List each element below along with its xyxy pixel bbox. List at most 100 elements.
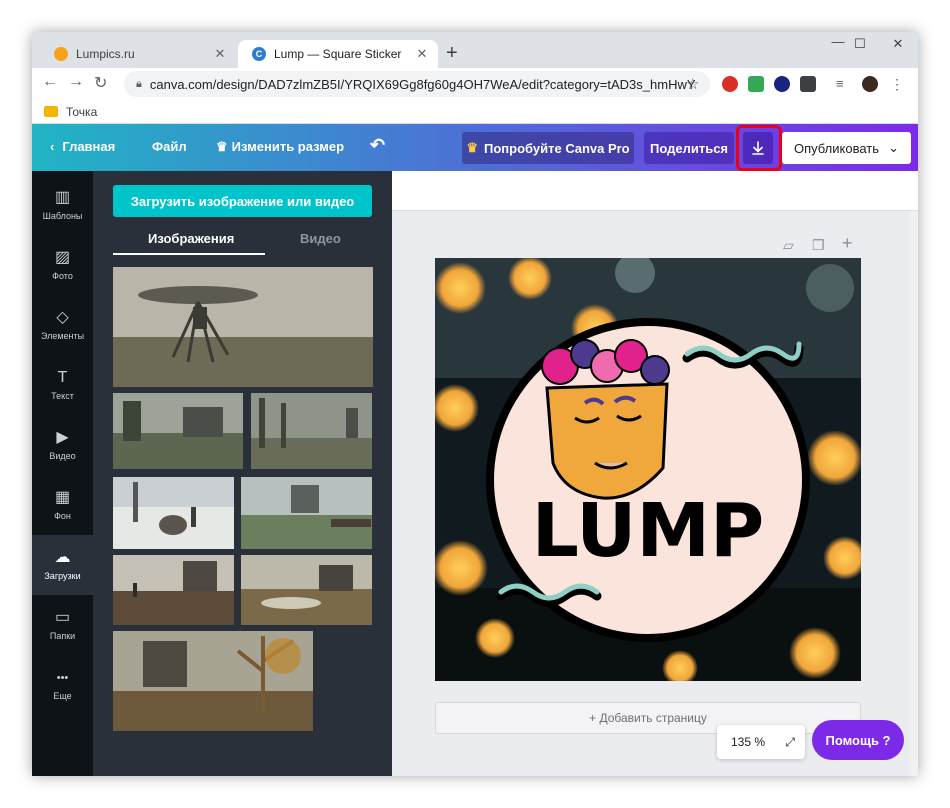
lumpics-favicon-icon bbox=[54, 47, 68, 61]
try-pro-label: Попробуйте Canva Pro bbox=[484, 140, 630, 156]
design-canvas[interactable]: LUMP bbox=[435, 258, 861, 681]
rail-templates[interactable]: ▥ Шаблоны bbox=[32, 175, 93, 235]
bookmark-tochka[interactable]: Точка bbox=[66, 105, 97, 119]
extension-music-icon[interactable] bbox=[748, 76, 764, 92]
home-link[interactable]: ‹ Главная bbox=[50, 139, 115, 154]
rail-elements[interactable]: ◇ Элементы bbox=[32, 295, 93, 355]
add-page-icon[interactable]: + bbox=[842, 233, 853, 254]
rail-label: Шаблоны bbox=[42, 211, 83, 221]
browser-window: Lumpics.ru ✕ C Lump — Square Sticker ✕ +… bbox=[32, 32, 918, 776]
playlist-icon[interactable]: ≡ bbox=[836, 76, 844, 92]
editor-area: ▱ ❐ + LUMP + Добавить страницу 135 % ⤢ П… bbox=[392, 171, 918, 776]
vertical-scrollbar[interactable] bbox=[910, 211, 918, 776]
close-tab-icon[interactable]: ✕ bbox=[414, 46, 430, 62]
editor-topbar bbox=[392, 171, 918, 211]
try-pro-button[interactable]: ♛ Попробуйте Canva Pro bbox=[462, 132, 634, 164]
uploaded-image[interactable] bbox=[241, 477, 372, 549]
active-tab-underline bbox=[113, 253, 265, 255]
uploaded-image[interactable] bbox=[113, 631, 313, 731]
tab-title: Lump — Square Sticker bbox=[274, 47, 402, 61]
publish-label: Опубликовать bbox=[794, 140, 880, 156]
forward-arrow-icon[interactable]: → bbox=[68, 73, 84, 91]
rail-label: Текст bbox=[51, 391, 74, 401]
tab-lumpics[interactable]: Lumpics.ru ✕ bbox=[40, 40, 236, 68]
rail-label: Элементы bbox=[40, 331, 85, 341]
profile-avatar[interactable] bbox=[862, 76, 878, 92]
fullscreen-icon[interactable]: ⤢ bbox=[785, 735, 795, 750]
rail-label: Папки bbox=[49, 631, 76, 641]
rail-label: Фото bbox=[52, 271, 73, 281]
browser-toolbar: ← → ↻ 🔒︎ canva.com/design/DAD7zlmZB5I/YR… bbox=[32, 68, 918, 100]
tab-title: Lumpics.ru bbox=[76, 47, 135, 61]
crown-icon: ♛ bbox=[216, 139, 228, 154]
duplicate-page-icon[interactable]: ❐ bbox=[812, 237, 825, 254]
file-menu[interactable]: Файл bbox=[152, 139, 187, 154]
extension-globe-icon[interactable] bbox=[774, 76, 790, 92]
rail-background[interactable]: ▦ Фон bbox=[32, 475, 93, 535]
background-icon: ▦ bbox=[54, 489, 71, 506]
undo-icon[interactable]: ↶ bbox=[370, 135, 385, 156]
tab-canva[interactable]: C Lump — Square Sticker ✕ bbox=[238, 40, 438, 68]
bookmarks-bar: Точка bbox=[32, 100, 918, 124]
canva-header: ‹ Главная Файл ♛ Изменить размер ↶ ♛ Попроб… bbox=[32, 124, 918, 171]
rail-uploads[interactable]: ☁ Загрузки bbox=[32, 535, 93, 595]
close-tab-icon[interactable]: ✕ bbox=[212, 46, 228, 62]
canva-favicon-icon: C bbox=[252, 47, 266, 61]
extension-box-icon[interactable] bbox=[800, 76, 816, 92]
publish-button[interactable]: Опубликовать ⌄ bbox=[782, 132, 911, 164]
uploads-panel: Загрузить изображение или видео Изображе… bbox=[93, 171, 392, 776]
rail-photos[interactable]: ▨ Фото bbox=[32, 235, 93, 295]
rail-label: Загрузки bbox=[44, 571, 81, 581]
extension-red-icon[interactable] bbox=[722, 76, 738, 92]
side-rail: ▥ Шаблоны ▨ Фото ◇ Элементы T Текст ▶ Ви… bbox=[32, 171, 93, 776]
reload-icon[interactable]: ↻ bbox=[94, 73, 107, 93]
lock-icon: 🔒︎ bbox=[136, 77, 142, 90]
new-tab-button[interactable]: + bbox=[446, 43, 458, 63]
rail-label: Еще bbox=[53, 691, 72, 701]
design-text: LUMP bbox=[532, 488, 764, 574]
rail-more[interactable]: ••• Еще bbox=[32, 655, 93, 715]
upload-media-button[interactable]: Загрузить изображение или видео bbox=[113, 185, 372, 217]
uploaded-image[interactable] bbox=[113, 477, 234, 549]
home-label: Главная bbox=[62, 139, 116, 154]
photo-icon: ▨ bbox=[54, 249, 71, 266]
uploaded-image[interactable] bbox=[113, 555, 234, 625]
bookmark-star-icon[interactable]: ☆ bbox=[686, 75, 699, 93]
tab-strip: Lumpics.ru ✕ C Lump — Square Sticker ✕ +… bbox=[32, 32, 918, 68]
uploaded-image[interactable] bbox=[251, 393, 372, 469]
menu-dots-icon[interactable]: ⋮ bbox=[890, 76, 906, 92]
tab-video[interactable]: Видео bbox=[300, 231, 341, 246]
uploaded-image[interactable] bbox=[113, 267, 373, 387]
chevron-left-icon: ‹ bbox=[50, 139, 55, 154]
tab-images[interactable]: Изображения bbox=[148, 231, 234, 246]
back-arrow-icon[interactable]: ← bbox=[42, 73, 58, 91]
crown-icon: ♛ bbox=[466, 140, 479, 155]
resize-button[interactable]: ♛ Изменить размер bbox=[216, 139, 344, 155]
maximize-icon[interactable]: ☐ bbox=[840, 36, 880, 52]
templates-icon: ▥ bbox=[54, 189, 71, 206]
download-highlight-frame bbox=[736, 125, 782, 171]
rail-label: Видео bbox=[49, 451, 76, 461]
close-window-icon[interactable]: ✕ bbox=[878, 36, 918, 52]
help-button[interactable]: Помощь ? bbox=[812, 720, 904, 760]
uploaded-image[interactable] bbox=[113, 393, 243, 469]
rail-text[interactable]: T Текст bbox=[32, 355, 93, 415]
rail-video[interactable]: ▶ Видео bbox=[32, 415, 93, 475]
more-dots-icon: ••• bbox=[56, 672, 69, 684]
folder-icon: ▭ bbox=[54, 609, 71, 626]
elements-icon: ◇ bbox=[56, 309, 69, 326]
cloud-upload-icon: ☁ bbox=[54, 549, 71, 566]
address-bar[interactable]: 🔒︎ canva.com/design/DAD7zlmZB5I/YRQIX69G… bbox=[124, 71, 710, 97]
rail-label: Фон bbox=[54, 511, 71, 521]
chevron-down-icon: ⌄ bbox=[888, 140, 899, 155]
uploaded-image[interactable] bbox=[241, 555, 372, 625]
zoom-control[interactable]: 135 % ⤢ bbox=[717, 725, 805, 759]
rail-folders[interactable]: ▭ Папки bbox=[32, 595, 93, 655]
video-icon: ▶ bbox=[56, 429, 69, 446]
resize-label: Изменить размер bbox=[231, 139, 345, 154]
share-button[interactable]: Поделиться bbox=[644, 132, 734, 164]
folder-icon bbox=[44, 106, 58, 117]
note-icon[interactable]: ▱ bbox=[783, 237, 794, 254]
text-icon: T bbox=[57, 369, 68, 386]
zoom-value: 135 % bbox=[731, 735, 766, 749]
